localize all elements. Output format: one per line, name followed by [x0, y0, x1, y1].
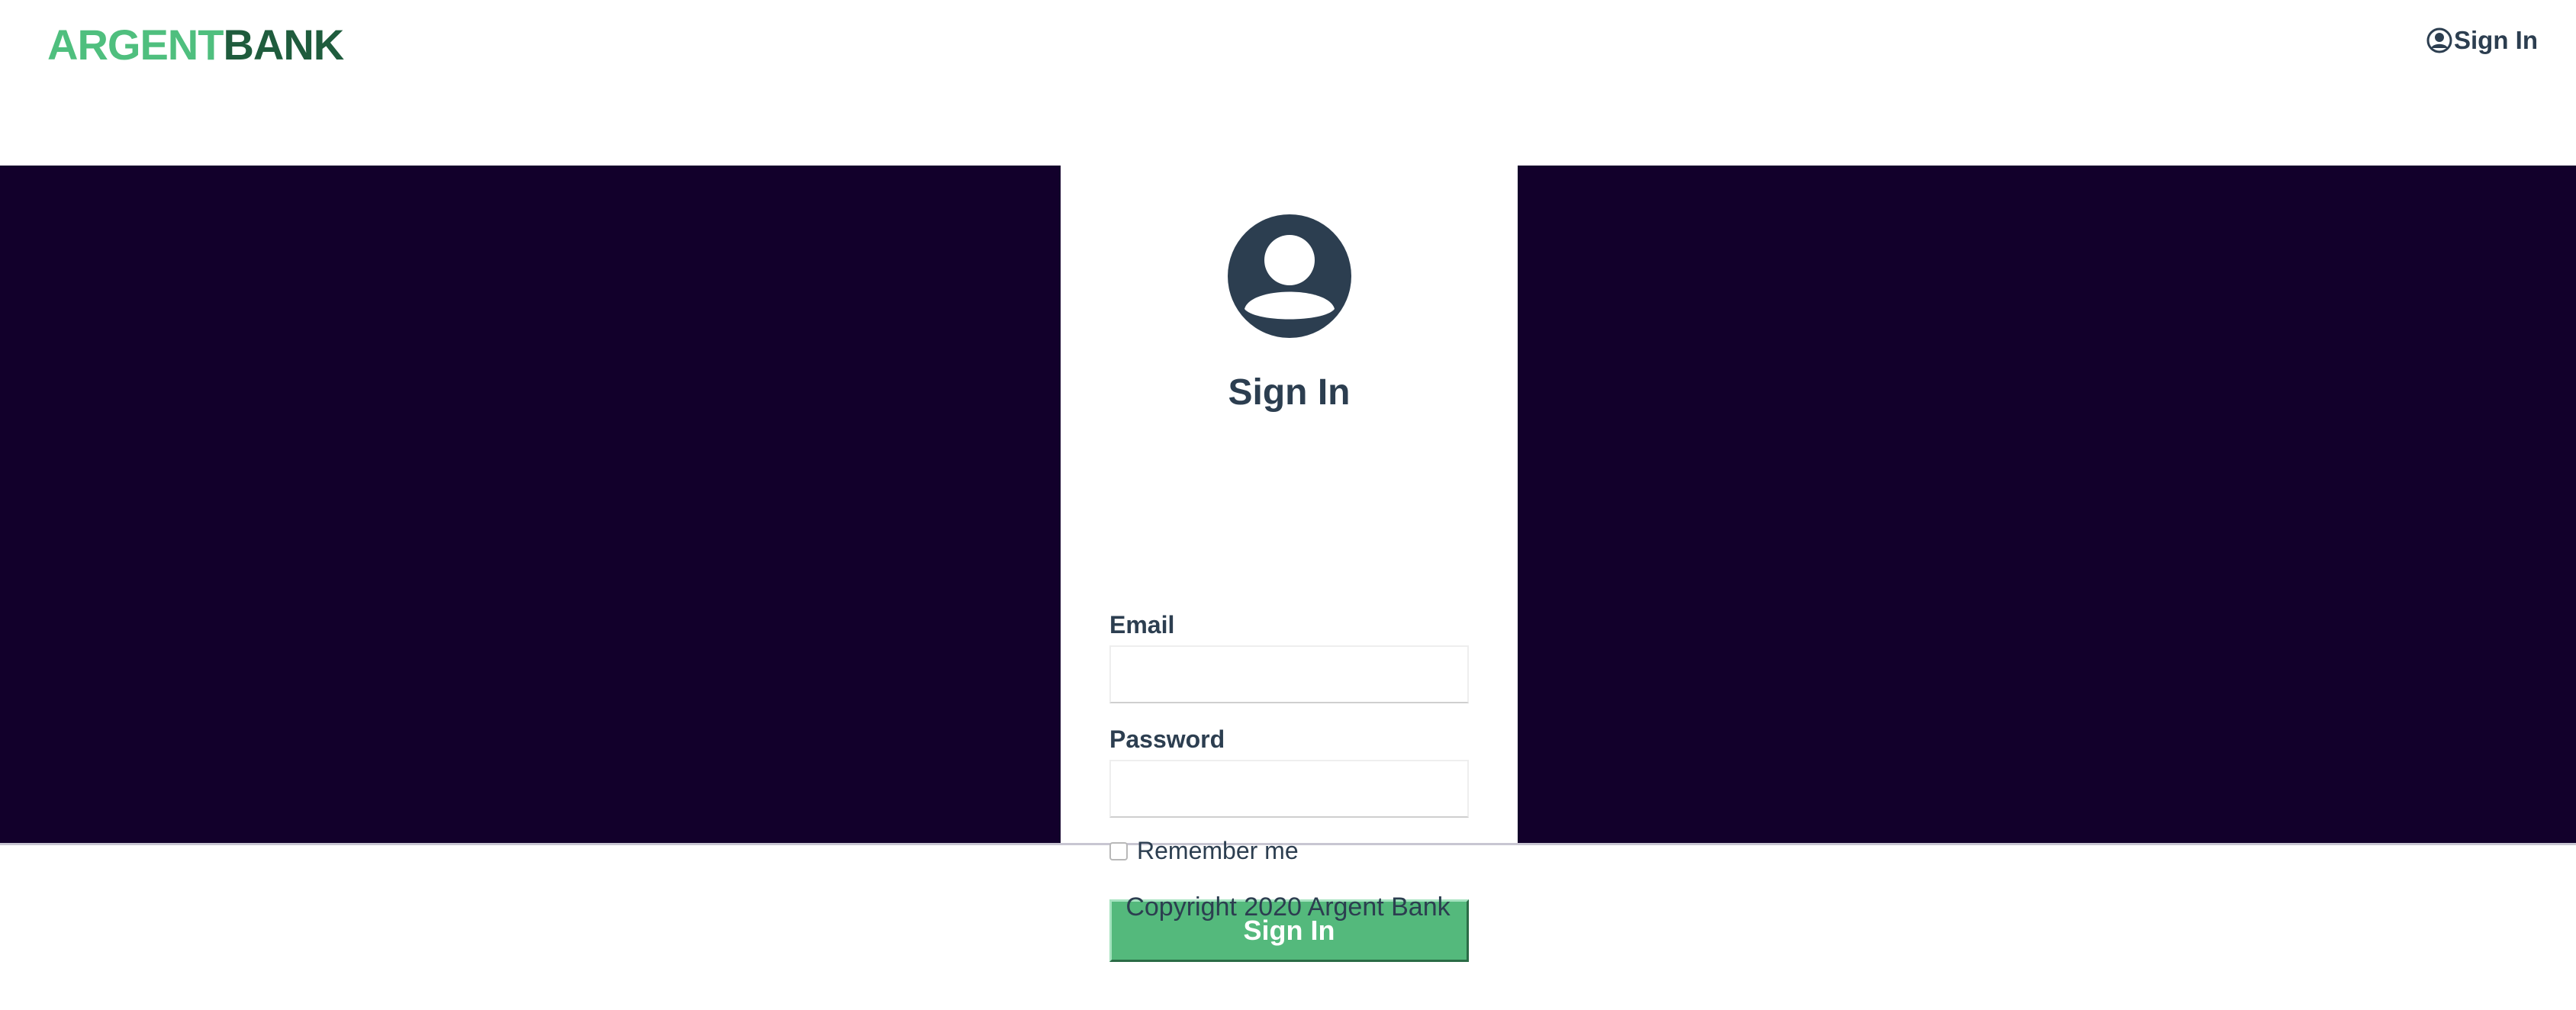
sign-in-card: Sign In Email Password Remember me Sign … [1061, 166, 1518, 962]
password-field[interactable] [1109, 760, 1469, 818]
sign-in-title: Sign In [1228, 372, 1351, 413]
logo-argent: ARGENT [47, 21, 224, 69]
site-footer: Copyright 2020 Argent Bank [0, 845, 2576, 1010]
user-circle-icon [1228, 214, 1351, 338]
main-background: Sign In Email Password Remember me Sign … [0, 166, 2576, 962]
site-header: ARGENTBANK Sign In [0, 0, 2576, 166]
email-field[interactable] [1109, 645, 1469, 703]
logo[interactable]: ARGENTBANK [47, 18, 344, 72]
nav-sign-in-link[interactable]: Sign In [2426, 26, 2538, 55]
email-label: Email [1109, 611, 1175, 638]
logo-bank: BANK [223, 21, 344, 69]
nav-sign-in-label: Sign In [2454, 26, 2538, 54]
user-circle-icon [2426, 27, 2452, 53]
password-label: Password [1109, 725, 1225, 753]
copyright-text: Copyright 2020 Argent Bank [1125, 893, 1451, 922]
